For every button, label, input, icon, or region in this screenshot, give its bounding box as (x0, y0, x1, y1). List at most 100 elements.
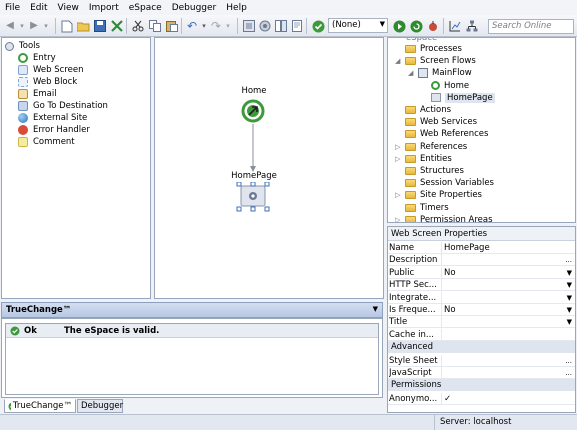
property-value[interactable] (441, 354, 553, 367)
property-group-permissions[interactable]: Permissions (388, 379, 575, 392)
tree-node[interactable]: ▷ Entities (395, 153, 452, 165)
page-icon[interactable] (290, 19, 304, 33)
truechange-row[interactable]: Ok The eSpace is valid. (6, 324, 378, 338)
property-value[interactable] (441, 254, 553, 267)
open-folder-icon[interactable] (76, 19, 90, 33)
publish-icon[interactable] (110, 19, 124, 33)
tool-item-email[interactable]: Email (18, 88, 57, 100)
tool-item-go-to-destination[interactable]: Go To Destination (18, 100, 108, 112)
tool-item-web-block[interactable]: Web Block (18, 76, 77, 88)
property-row[interactable]: JavaScript... (388, 367, 575, 379)
menu-file[interactable]: File (0, 3, 25, 13)
ellipsis-button[interactable]: ... (565, 254, 572, 266)
search-online-input[interactable]: Search Online (488, 19, 574, 34)
property-value[interactable]: HomePage (441, 242, 553, 254)
menu-import[interactable]: Import (84, 3, 124, 13)
tree-node[interactable]: ▷ Permission Areas (395, 214, 493, 222)
flow-canvas[interactable]: Home HomePage (154, 37, 384, 299)
flow-selector[interactable]: (None) ▼ (328, 18, 388, 33)
module-icon[interactable] (242, 19, 256, 33)
chevron-down-icon[interactable]: ▼ (567, 267, 572, 279)
ellipsis-button[interactable]: ... (565, 367, 572, 379)
expand-icon[interactable]: ▷ (395, 143, 400, 151)
copy-icon[interactable] (148, 19, 162, 33)
chevron-down-icon[interactable]: ▼ (567, 304, 572, 316)
redo-dropdown-icon[interactable]: ▾ (221, 19, 235, 33)
chevron-down-icon[interactable]: ▼ (567, 279, 572, 291)
run-icon[interactable] (392, 19, 406, 33)
tool-item-external-site[interactable]: External Site (18, 112, 87, 124)
property-row[interactable]: Title ▼ (388, 316, 575, 329)
menu-view[interactable]: View (53, 3, 84, 13)
expand-icon[interactable]: ▷ (395, 191, 400, 199)
tool-item-comment[interactable]: Comment (18, 136, 75, 148)
tree-node[interactable]: Web References (405, 128, 488, 140)
tab-debugger[interactable]: Debugger (77, 399, 123, 413)
database-icon[interactable] (258, 19, 272, 33)
grid-icon[interactable] (448, 19, 462, 33)
tree-node[interactable]: HomePage (431, 92, 495, 104)
entry-node-icon[interactable] (241, 99, 265, 123)
tree-node[interactable]: Structures (405, 165, 464, 177)
tree-node[interactable]: Web Services (405, 116, 477, 128)
property-value[interactable] (441, 291, 553, 304)
web-screen-node-icon[interactable] (235, 182, 271, 212)
property-row[interactable]: Description... (388, 254, 575, 267)
property-name: Name (389, 243, 415, 253)
property-group-advanced[interactable]: Advanced (388, 341, 575, 354)
folder-icon (405, 142, 416, 151)
tree-node[interactable]: ◢ Screen Flows (395, 55, 476, 67)
property-row[interactable]: Cache in... (388, 328, 575, 341)
property-row[interactable]: Integrate... ▼ (388, 291, 575, 304)
chevron-down-icon[interactable]: ▼ (567, 316, 572, 328)
property-value[interactable] (441, 328, 553, 341)
collapse-icon[interactable] (5, 41, 14, 51)
collapse-icon[interactable]: ◢ (395, 57, 400, 65)
tree-node[interactable]: Session Variables (405, 177, 494, 189)
property-value[interactable]: No (441, 266, 553, 279)
tab-truechange[interactable]: TrueChange™ (4, 399, 76, 413)
property-row[interactable]: Anonymo... ✓ (388, 392, 575, 405)
property-row[interactable]: HTTP Sec... ▼ (388, 279, 575, 292)
menu-help[interactable]: Help (221, 3, 252, 13)
tree-node[interactable]: ▷ References (395, 141, 467, 153)
tool-item-web-screen[interactable]: Web Screen (18, 64, 83, 76)
menu-debugger[interactable]: Debugger (167, 3, 222, 13)
forward-dropdown-icon[interactable]: ▾ (39, 19, 53, 33)
tool-item-entry[interactable]: Entry (18, 52, 56, 64)
collapse-icon[interactable]: ◢ (408, 69, 413, 77)
tree-node[interactable]: Home (431, 80, 469, 92)
tree-node[interactable]: ▷ Site Properties (395, 189, 482, 201)
hierarchy-icon[interactable] (465, 19, 479, 33)
chevron-down-icon[interactable]: ▼ (567, 292, 572, 304)
property-value[interactable]: ✓ (441, 392, 553, 405)
expand-icon[interactable]: ▷ (395, 216, 400, 222)
verify-check-icon[interactable] (311, 19, 325, 33)
property-row[interactable]: Public No ▼ (388, 266, 575, 279)
expand-icon[interactable]: ▷ (395, 155, 400, 163)
property-row[interactable]: Is Freque... No ▼ (388, 304, 575, 316)
tree-node[interactable]: ◢ MainFlow (408, 67, 472, 79)
tree-node[interactable]: Timers (405, 202, 449, 214)
save-icon[interactable] (93, 19, 107, 33)
folder-icon (405, 45, 416, 53)
menu-espace[interactable]: eSpace (124, 3, 167, 13)
tree-node[interactable]: Actions (405, 104, 451, 116)
paste-icon[interactable] (165, 19, 179, 33)
tree-node[interactable]: Processes (405, 43, 462, 55)
property-value[interactable] (441, 316, 553, 329)
menu-edit[interactable]: Edit (25, 3, 52, 13)
property-value[interactable] (441, 279, 553, 292)
property-value[interactable]: No (441, 304, 553, 316)
property-row[interactable]: Name HomePage (388, 242, 575, 254)
tool-item-error-handler[interactable]: Error Handler (18, 124, 90, 136)
debug-icon[interactable] (426, 19, 440, 33)
refresh-icon[interactable] (409, 19, 423, 33)
new-document-icon[interactable] (60, 19, 74, 33)
property-value[interactable] (441, 367, 553, 379)
ellipsis-button[interactable]: ... (565, 355, 572, 367)
property-row[interactable]: Style Sheet... (388, 354, 575, 367)
chevron-down-icon[interactable]: ▼ (373, 305, 378, 313)
compare-icon[interactable] (274, 19, 288, 33)
cut-icon[interactable] (131, 19, 145, 33)
